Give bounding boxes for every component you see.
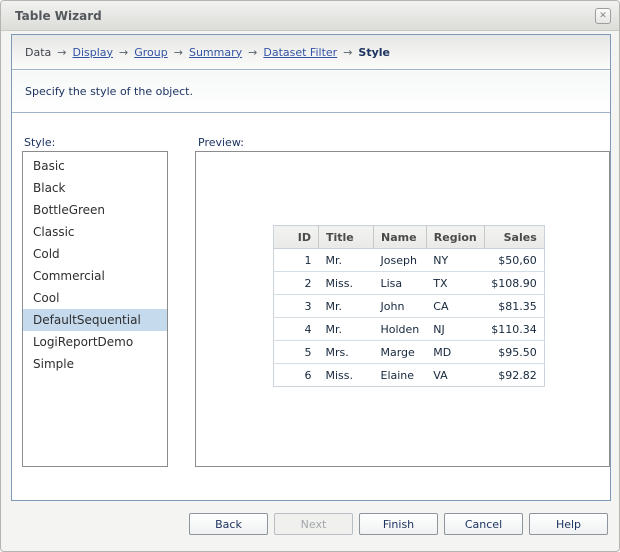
arrow-separator-icon: → <box>57 46 66 59</box>
breadcrumb: Data → Display → Group → Summary → Datas… <box>12 35 610 70</box>
cell-name: Holden <box>374 318 427 341</box>
cell-id: 6 <box>274 364 319 387</box>
preview-label: Preview: <box>198 136 244 149</box>
cell-title: Miss. <box>319 364 374 387</box>
cell-id: 1 <box>274 249 319 272</box>
table-row: 2 Miss. Lisa TX $108.90 <box>274 272 545 295</box>
cell-title: Mrs. <box>319 341 374 364</box>
style-option-bottlegreen[interactable]: BottleGreen <box>23 199 167 221</box>
column-header-title: Title <box>319 226 374 249</box>
cell-region: NY <box>426 249 484 272</box>
step-description: Specify the style of the object. <box>25 85 193 98</box>
wizard-content-panel: Data → Display → Group → Summary → Datas… <box>11 34 611 501</box>
next-button[interactable]: Next <box>274 513 353 535</box>
back-button[interactable]: Back <box>189 513 268 535</box>
titlebar: Table Wizard ✕ <box>1 1 619 31</box>
arrow-separator-icon: → <box>248 46 257 59</box>
column-header-region: Region <box>426 226 484 249</box>
preview-area: ID Title Name Region Sales 1 Mr. Joseph … <box>195 151 610 467</box>
arrow-separator-icon: → <box>174 46 183 59</box>
style-list: Basic Black BottleGreen Classic Cold Com… <box>22 151 168 467</box>
style-option-basic[interactable]: Basic <box>23 155 167 177</box>
cell-name: John <box>374 295 427 318</box>
cell-id: 5 <box>274 341 319 364</box>
style-option-cool[interactable]: Cool <box>23 287 167 309</box>
cell-region: NJ <box>426 318 484 341</box>
cell-sales: $110.34 <box>484 318 544 341</box>
cell-name: Lisa <box>374 272 427 295</box>
window-title: Table Wizard <box>15 1 102 31</box>
cell-name: Joseph <box>374 249 427 272</box>
style-option-cold[interactable]: Cold <box>23 243 167 265</box>
cell-sales: $50,60 <box>484 249 544 272</box>
style-option-simple[interactable]: Simple <box>23 353 167 375</box>
cell-region: TX <box>426 272 484 295</box>
cell-id: 2 <box>274 272 319 295</box>
cell-title: Mr. <box>319 295 374 318</box>
cell-id: 4 <box>274 318 319 341</box>
column-header-name: Name <box>374 226 427 249</box>
cell-sales: $108.90 <box>484 272 544 295</box>
preview-table: ID Title Name Region Sales 1 Mr. Joseph … <box>273 225 545 387</box>
step-description-bar: Specify the style of the object. <box>12 71 610 113</box>
cell-name: Marge <box>374 341 427 364</box>
table-header-row: ID Title Name Region Sales <box>274 226 545 249</box>
cell-title: Mr. <box>319 318 374 341</box>
close-icon[interactable]: ✕ <box>595 8 611 24</box>
table-row: 1 Mr. Joseph NY $50,60 <box>274 249 545 272</box>
table-wizard-dialog: Table Wizard ✕ Data → Display → Group → … <box>0 0 620 552</box>
cell-title: Mr. <box>319 249 374 272</box>
cell-region: CA <box>426 295 484 318</box>
finish-button[interactable]: Finish <box>359 513 438 535</box>
style-option-classic[interactable]: Classic <box>23 221 167 243</box>
cell-title: Miss. <box>319 272 374 295</box>
wizard-buttons: Back Next Finish Cancel Help <box>1 513 608 535</box>
cell-region: MD <box>426 341 484 364</box>
style-option-logireportdemo[interactable]: LogiReportDemo <box>23 331 167 353</box>
breadcrumb-link-dataset-filter[interactable]: Dataset Filter <box>263 46 337 59</box>
cell-sales: $81.35 <box>484 295 544 318</box>
breadcrumb-step-style-current: Style <box>358 46 390 59</box>
help-button[interactable]: Help <box>529 513 608 535</box>
breadcrumb-step-data: Data <box>25 46 51 59</box>
style-option-defaultsequential-selected[interactable]: DefaultSequential <box>23 309 167 331</box>
table-row: 5 Mrs. Marge MD $95.50 <box>274 341 545 364</box>
arrow-separator-icon: → <box>119 46 128 59</box>
cell-name: Elaine <box>374 364 427 387</box>
cell-id: 3 <box>274 295 319 318</box>
column-header-sales: Sales <box>484 226 544 249</box>
table-row: 4 Mr. Holden NJ $110.34 <box>274 318 545 341</box>
style-option-black[interactable]: Black <box>23 177 167 199</box>
cell-sales: $95.50 <box>484 341 544 364</box>
cancel-button[interactable]: Cancel <box>444 513 523 535</box>
breadcrumb-link-display[interactable]: Display <box>72 46 113 59</box>
breadcrumb-link-summary[interactable]: Summary <box>189 46 242 59</box>
table-row: 3 Mr. John CA $81.35 <box>274 295 545 318</box>
arrow-separator-icon: → <box>343 46 352 59</box>
style-option-commercial[interactable]: Commercial <box>23 265 167 287</box>
table-row: 6 Miss. Elaine VA $92.82 <box>274 364 545 387</box>
cell-region: VA <box>426 364 484 387</box>
breadcrumb-link-group[interactable]: Group <box>134 46 168 59</box>
cell-sales: $92.82 <box>484 364 544 387</box>
column-header-id: ID <box>274 226 319 249</box>
style-list-label: Style: <box>24 136 55 149</box>
